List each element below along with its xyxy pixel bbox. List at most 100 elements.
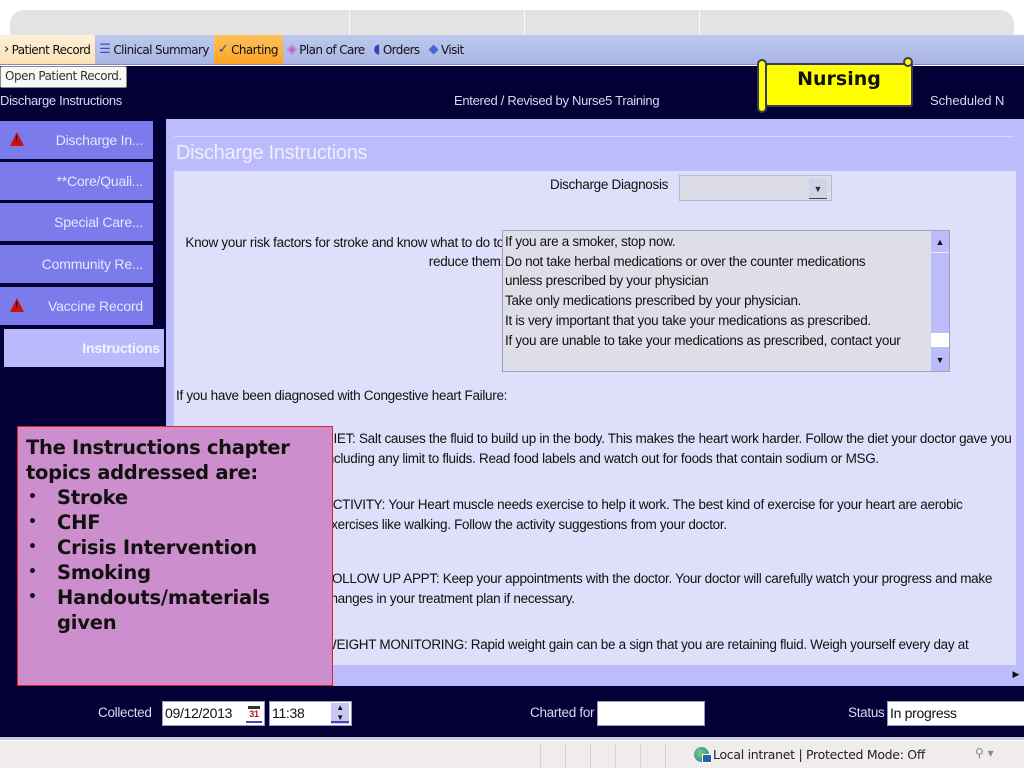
form-name: Discharge Instructions (0, 93, 123, 108)
intranet-globe-icon (694, 747, 712, 763)
scheduled-label: Scheduled N (930, 93, 1005, 108)
text-line: If you are unable to take your medicatio… (505, 332, 901, 348)
status-divider (540, 744, 541, 768)
chf-weight-text: WEIGHT MONITORING: Rapid weight gain can… (324, 637, 969, 652)
scroll-knob-decoration (903, 57, 913, 67)
sidebar-item-vaccine-record[interactable]: Vaccine Record (0, 287, 153, 325)
section-title: Discharge Instructions (176, 142, 368, 164)
warning-icon (10, 298, 24, 312)
tab-charting[interactable]: ✓ Charting (213, 35, 283, 64)
collected-label: Collected (98, 705, 152, 720)
arrow-icon: › (4, 42, 9, 57)
status-field[interactable]: In progress (887, 701, 1024, 726)
visit-icon: ◆ (428, 42, 439, 57)
tab-label: Charting (231, 42, 278, 57)
scroll-decoration (757, 59, 767, 113)
tab-label: Visit (441, 42, 464, 57)
charted-for-label: Charted for (530, 705, 595, 720)
discharge-diagnosis-label: Discharge Diagnosis (550, 177, 669, 192)
scroll-right-icon[interactable]: ▶ (1008, 665, 1024, 683)
collected-date-value: 09/12/2013 (165, 705, 233, 721)
topic-label: Handouts/materials given (57, 586, 270, 634)
collected-date-field[interactable]: 09/12/2013 31 (162, 701, 265, 726)
topic-label: Smoking (57, 561, 151, 584)
charting-icon: ✓ (217, 42, 229, 57)
tab-visit[interactable]: ◆ Visit (425, 35, 469, 64)
nursing-banner: Nursing (757, 57, 915, 113)
tab-patient-record[interactable]: › Patient Record (0, 35, 96, 64)
tab-label: Clinical Summary (113, 42, 209, 57)
risk-factors-text: If you are a smoker, stop now. Do not ta… (505, 232, 929, 350)
status-divider (615, 744, 616, 768)
topic-label: CHF (57, 511, 101, 534)
calendar-icon[interactable]: 31 (246, 704, 262, 723)
sidebar-item-discharge-instructions[interactable]: Discharge In... (0, 121, 153, 159)
status-divider (590, 744, 591, 768)
sidebar-item-label: Discharge In... (55, 132, 143, 148)
status-value: In progress (890, 705, 957, 721)
nursing-banner-label: Nursing (765, 63, 913, 107)
charted-for-field[interactable] (597, 701, 705, 726)
sidebar-item-label: **Core/Quali... (56, 173, 144, 189)
tab-label: Plan of Care (299, 42, 365, 57)
tab-clinical-summary[interactable]: ☰ Clinical Summary (95, 35, 214, 64)
entered-by: Entered / Revised by Nurse5 Training (454, 93, 660, 108)
spin-up-icon[interactable]: ▲ (331, 703, 349, 713)
scroll-up-icon[interactable]: ▲ (931, 231, 949, 253)
form-footer: Collected 09/12/2013 31 11:38 ▲ ▼ Charted… (0, 686, 1024, 740)
tab-plan-of-care[interactable]: ◈ Plan of Care (283, 35, 370, 64)
sidebar-item-core-quality[interactable]: **Core/Quali... (0, 162, 153, 200)
sidebar-item-instructions[interactable]: Instructions (4, 329, 164, 367)
status-divider (640, 744, 641, 768)
topic-label: Stroke (57, 486, 128, 509)
status-label: Status (848, 705, 885, 720)
text-line: If you are a smoker, stop now. (505, 234, 676, 249)
callout-topic: • Stroke (26, 485, 324, 510)
zoom-level-icon[interactable]: ⚲ ▾ (975, 746, 994, 760)
security-zone-label: Local intranet | Protected Mode: Off (713, 747, 926, 762)
sidebar-item-label: Special Care... (54, 214, 143, 230)
sidebar-item-community-resources[interactable]: Community Re... (0, 245, 153, 283)
chevron-down-icon[interactable]: ▼ (809, 179, 827, 199)
orders-icon: ◖ (373, 42, 381, 57)
clinical-summary-icon: ☰ (99, 42, 111, 57)
scrollbar-thumb[interactable] (931, 333, 949, 347)
chf-activity-text: ACTIVITY: Your Heart muscle needs exerci… (324, 497, 963, 532)
text-line: unless prescribed by your physician (505, 273, 709, 289)
text-line: Do not take herbal medications or over t… (505, 253, 866, 269)
text-line: It is very important that you take your … (505, 312, 871, 328)
callout-topic: • Crisis Intervention (26, 535, 324, 560)
chf-follow-up-text: FOLLOW UP APPT: Keep your appointments w… (324, 571, 993, 606)
callout-topic: • CHF (26, 510, 324, 535)
instructions-callout: The Instructions chapter topics addresse… (17, 426, 333, 686)
spin-down-icon[interactable]: ▼ (331, 713, 349, 723)
status-divider (565, 744, 566, 768)
tooltip: Open Patient Record. (0, 66, 127, 88)
topic-label: Crisis Intervention (57, 536, 257, 559)
collected-time-field[interactable]: 11:38 ▲ ▼ (269, 701, 352, 726)
bullet-icon: • (28, 489, 37, 505)
chf-intro: If you have been diagnosed with Congesti… (176, 388, 508, 403)
chf-diet-text: DIET: Salt causes the fluid to build up … (324, 431, 1012, 466)
toolbar-segment (10, 10, 350, 36)
risk-factors-textbox[interactable]: If you are a smoker, stop now. Do not ta… (502, 230, 950, 372)
sidebar-item-label: Community Re... (41, 256, 143, 272)
browser-toolbar (10, 10, 1014, 36)
security-zone[interactable]: Local intranet | Protected Mode: Off (694, 747, 926, 763)
tab-label: Patient Record (11, 42, 91, 57)
bullet-icon: • (28, 514, 37, 530)
risk-factors-label: Know your risk factors for stroke and kn… (185, 235, 504, 269)
bullet-icon: • (28, 589, 37, 605)
warning-icon (10, 132, 24, 146)
callout-topic: • Smoking (26, 560, 324, 585)
sidebar-item-special-care[interactable]: Special Care... (0, 203, 153, 241)
scroll-down-icon[interactable]: ▼ (931, 349, 949, 371)
tab-orders[interactable]: ◖ Orders (370, 35, 425, 64)
vertical-scrollbar[interactable]: ▲ ▼ (931, 231, 949, 371)
plan-of-care-icon: ◈ (286, 42, 297, 57)
callout-topic: • Handouts/materials given (26, 585, 324, 635)
time-spinner[interactable]: ▲ ▼ (331, 703, 349, 724)
divider (174, 136, 1014, 137)
discharge-diagnosis-dropdown[interactable]: ▼ (679, 175, 832, 201)
browser-status-bar: Local intranet | Protected Mode: Off ⚲ ▾ (0, 741, 1024, 768)
